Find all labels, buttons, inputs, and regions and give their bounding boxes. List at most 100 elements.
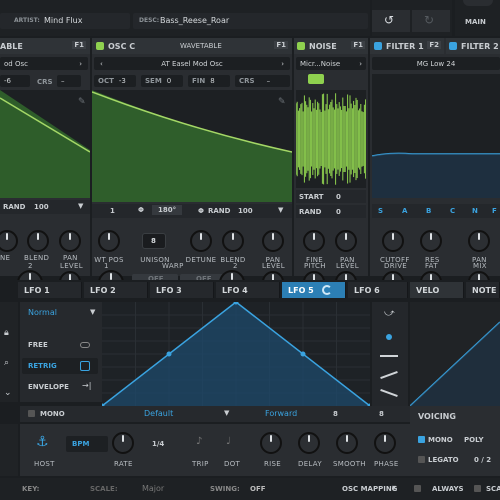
noise-pan-knob[interactable] [335,230,357,252]
osc-c-voices-value[interactable]: 1 [110,207,115,215]
lfo-smooth-preset[interactable]: Default [144,409,173,418]
osc-c-rand-value[interactable]: 100 [238,207,253,215]
filter-2-enable-toggle[interactable] [449,42,457,50]
lfo-delay-knob[interactable] [298,432,320,454]
lfo-rise-knob[interactable] [260,432,282,454]
osc-c-type[interactable]: WAVETABLE [180,42,222,50]
chevron-down-icon[interactable]: ⌄ [4,388,12,398]
ramp-down-icon[interactable] [380,388,398,398]
dot-note-icon[interactable]: ♩ [226,436,231,447]
osc-b-fx-button[interactable]: F1 [72,41,86,49]
swing-value[interactable]: OFF [250,485,266,493]
osc-c-enable-toggle[interactable] [96,42,104,50]
filter-1-response-display[interactable] [372,74,500,198]
voicing-poly-label[interactable]: POLY [464,436,484,444]
lfo-direction[interactable]: Forward [265,409,297,418]
voicing-legato-toggle[interactable] [418,456,425,463]
always-toggle[interactable] [414,485,421,492]
osc-b-crs-field[interactable]: – [57,75,81,87]
osc-c-wtpos-knob[interactable] [98,230,120,252]
noise-loop-icon[interactable] [308,74,324,84]
osc-c-dropdown-icon[interactable]: ▼ [278,206,283,214]
tab-lfo-6[interactable]: LFO 6 [348,282,408,298]
paint-icon[interactable]: ⤻ [384,308,395,319]
search-icon[interactable]: ⌕ [4,358,9,368]
noise-rand-value[interactable]: 0 [336,208,341,216]
noise-enable-toggle[interactable] [297,42,305,50]
osc-b-preset[interactable]: od Osc › [0,57,88,70]
osc-c-pan-knob[interactable] [262,230,284,252]
filter-1-key-n[interactable]: N [472,207,478,215]
lfo-mode-selector[interactable]: Normal ▼ [22,306,100,320]
lfo-point-3[interactable] [300,351,306,357]
osc-b-rand-value[interactable]: 100 [34,203,49,211]
filter-1-cutoff-knob[interactable] [382,230,404,252]
trigger-envelope[interactable]: ENVELOPE →| [22,380,98,394]
filter-1-enable-toggle[interactable] [374,42,382,50]
lfo-phase-knob[interactable] [374,432,396,454]
filter-1-key-a[interactable]: A [402,207,407,215]
osc-b-pan-knob[interactable] [59,230,81,252]
filter-1-preset-selector[interactable]: MG Low 24 [372,57,500,70]
tab-lfo-5[interactable]: LFO 5 [282,282,346,298]
triplet-icon[interactable]: ♪ [196,436,202,447]
filter-1-key-s[interactable]: S [378,207,383,215]
filter-1-key-b[interactable]: B [426,207,431,215]
osc-b-dropdown-icon[interactable]: ▼ [78,202,83,210]
main-knob[interactable] [463,0,493,6]
osc-c-fx-button[interactable]: F1 [274,41,288,49]
lfo-point-1[interactable] [166,351,172,357]
osc-c-phase-value[interactable]: 180° [152,205,183,215]
tab-lfo-4[interactable]: LFO 4 [216,282,280,298]
osc-c-fin-field[interactable]: FIN 8 [188,75,230,87]
lock-icon[interactable]: 🔒︎ [4,328,9,338]
tab-lfo-1[interactable]: LFO 1 [18,282,82,298]
noise-next-icon[interactable]: › [359,60,362,68]
osc-mapping-dropdown-icon[interactable]: ▾ [392,483,396,492]
osc-b-knob-1[interactable] [0,230,18,252]
lfo-smooth-dropdown-icon[interactable]: ▼ [224,409,229,417]
scale-value[interactable]: Major [142,484,164,493]
tab-velo[interactable]: VELO [410,282,464,298]
osc-b-row1-field[interactable]: -6 [0,75,30,87]
noise-start-value[interactable]: 0 [336,193,341,201]
lfo-bpm-toggle[interactable]: BPM [66,436,108,452]
trigger-free[interactable]: FREE [22,338,98,352]
flat-line-icon[interactable] [380,355,398,357]
tab-note[interactable]: NOTE [466,282,500,298]
trigger-retrig[interactable]: RETRIG [22,358,98,374]
voicing-mono-toggle[interactable] [418,436,425,443]
osc-c-detune-knob[interactable] [190,230,212,252]
lfo-rate-knob[interactable] [112,432,134,454]
anchor-icon[interactable]: ⚓︎ [36,434,49,450]
noise-fine-knob[interactable] [303,230,325,252]
lfo-smooth-knob[interactable] [336,432,358,454]
osc-c-next-icon[interactable]: › [281,60,284,68]
osc-c-sem-field[interactable]: SEM 0 [141,75,183,87]
lfo-grid-x[interactable]: 8 [333,410,338,418]
redo-button[interactable]: ↻ [412,10,450,32]
lfo-grid-y[interactable]: 8 [379,410,384,418]
osc-c-unison-field[interactable]: 8 [142,233,166,249]
tab-lfo-3[interactable]: LFO 3 [150,282,214,298]
osc-c-crs-field[interactable]: CRS – [235,75,290,87]
noise-fx-button[interactable]: F1 [351,41,365,49]
noise-preset-selector[interactable]: Micr...Noise › [296,57,366,70]
lfo-rate-value[interactable]: 1/4 [152,440,164,448]
filter-1-key-c[interactable]: C [450,207,455,215]
filter-1-fx-button[interactable]: F2 [427,41,441,49]
filter-1-res-knob[interactable] [420,230,442,252]
osc-c-preset-selector[interactable]: ‹ AT Easel Mod Osc › [94,57,290,70]
lfo-shape-editor[interactable] [102,302,370,406]
osc-c-blend-knob[interactable] [222,230,244,252]
osc-c-wavetable-display[interactable]: ✎ [92,90,292,202]
ramp-up-icon[interactable] [380,370,398,380]
tab-lfo-2[interactable]: LFO 2 [84,282,148,298]
osc-c-prev-icon[interactable]: ‹ [100,60,103,68]
lfo-mono-toggle[interactable] [28,410,35,417]
osc-mapping-button[interactable]: OSC MAPPING [342,485,397,493]
point-mode-icon[interactable] [386,334,392,340]
osc-c-oct-field[interactable]: OCT -3 [94,75,136,87]
osc-b-blend-knob[interactable] [27,230,49,252]
undo-button[interactable]: ↺ [372,10,410,32]
